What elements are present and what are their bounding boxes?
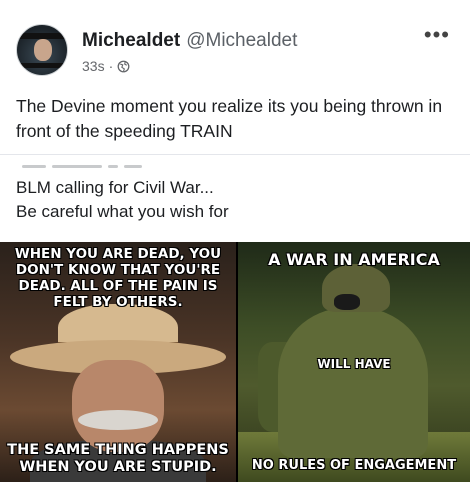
shared-text-line-1: BLM calling for Civil War...	[16, 178, 214, 197]
post-timestamp[interactable]: 33s	[82, 58, 105, 74]
meme-left-top-caption: WHEN YOU ARE DEAD, YOU DON'T KNOW THAT Y…	[14, 246, 222, 310]
post-meta: 33s ·	[82, 58, 130, 74]
display-name[interactable]: Michealdet	[82, 30, 180, 51]
post-author[interactable]: Michealdet @Michealdet	[82, 30, 297, 52]
shared-text-line-2: Be careful what you wish for	[16, 202, 229, 221]
shared-post-text: BLM calling for Civil War... Be careful …	[16, 176, 456, 224]
post-header: Michealdet @Michealdet 33s · •••	[0, 0, 470, 80]
post-text: The Devine moment you realize its you be…	[16, 96, 443, 141]
mustache-shape	[78, 410, 158, 430]
shared-image[interactable]: WHEN YOU ARE DEAD, YOU DON'T KNOW THAT Y…	[0, 242, 470, 482]
meme-right-top-caption: A WAR IN AMERICA	[268, 250, 440, 269]
user-handle[interactable]: @Michealdet	[186, 30, 297, 51]
more-options-icon[interactable]: •••	[424, 24, 450, 46]
shared-post-header-fragment	[22, 155, 232, 168]
meta-separator: ·	[108, 58, 114, 74]
meme-right-bottom-caption: NO RULES OF ENGAGEMENT	[251, 458, 457, 473]
meme-right: A WAR IN AMERICA WILL HAVE NO RULES OF E…	[238, 242, 470, 482]
meme-left-bottom-caption: THE SAME THING HAPPENS WHEN YOU ARE STUP…	[7, 442, 229, 475]
avatar[interactable]	[16, 24, 68, 76]
meme-right-middle-caption: WILL HAVE	[317, 357, 391, 371]
globe-icon	[117, 60, 130, 72]
meme-left: WHEN YOU ARE DEAD, YOU DON'T KNOW THAT Y…	[0, 242, 236, 482]
face-shape	[72, 360, 164, 452]
soldier-shape	[278, 308, 428, 458]
